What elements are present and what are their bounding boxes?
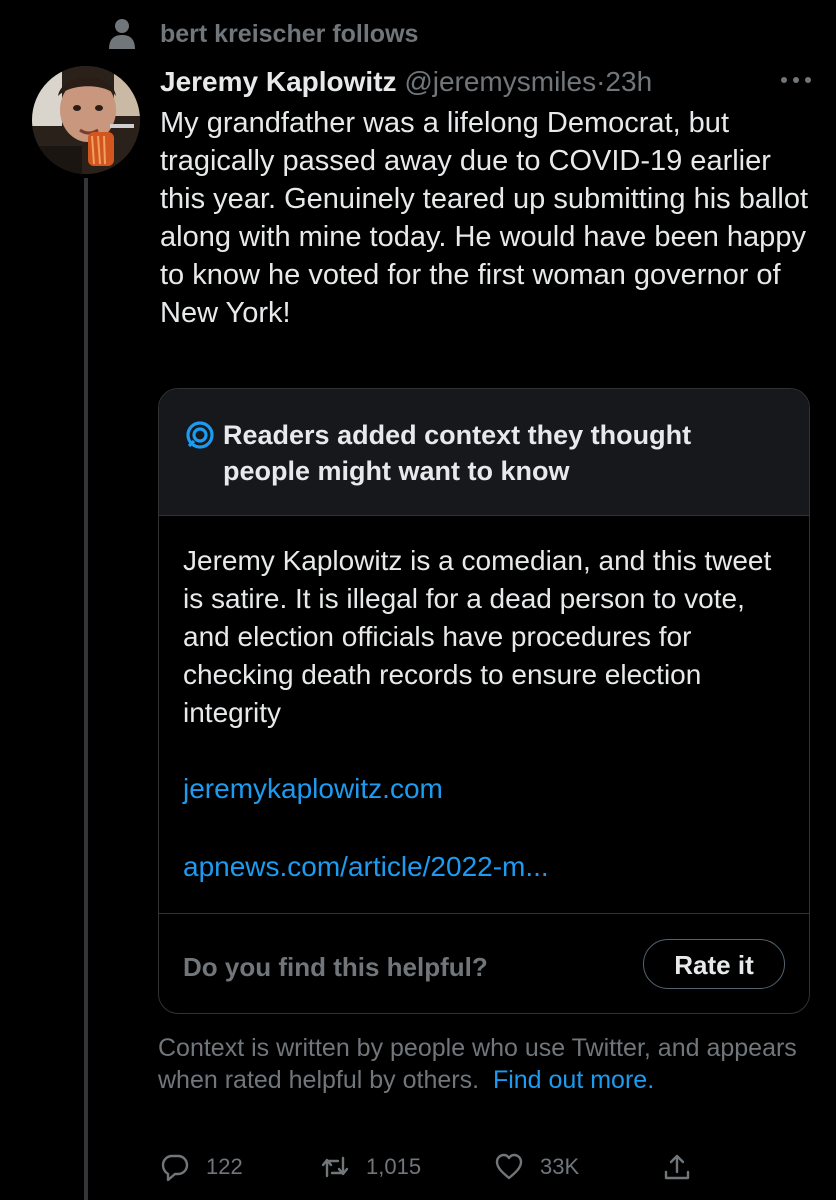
tweet-header: Jeremy Kaplowitz @jeremysmiles·23h <box>160 64 652 100</box>
note-body: Jeremy Kaplowitz is a comedian, and this… <box>183 545 772 728</box>
share-action[interactable] <box>662 1150 708 1184</box>
tweet-text: My grandfather was a lifelong Democrat, … <box>160 107 809 329</box>
retweet-count: 1,015 <box>366 1154 422 1179</box>
author-handle[interactable]: @jeremysmiles <box>404 66 596 97</box>
note-title: Readers added context they thought peopl… <box>223 420 692 486</box>
reply-count: 122 <box>206 1154 243 1179</box>
retweet-icon <box>321 1156 349 1178</box>
rate-it-button[interactable]: Rate it <box>643 939 785 989</box>
share-icon <box>664 1154 690 1180</box>
retweet-action[interactable]: 1,015 <box>320 1150 421 1184</box>
social-context[interactable]: bert kreischer follows <box>160 18 418 50</box>
note-header: Readers added context they thought peopl… <box>159 389 809 516</box>
avatar[interactable] <box>32 66 140 174</box>
more-options-icon[interactable] <box>776 64 816 94</box>
reply-icon <box>161 1154 189 1182</box>
thread-line <box>84 178 88 1200</box>
like-action[interactable]: 33K <box>494 1150 579 1184</box>
like-count: 33K <box>540 1154 580 1179</box>
birdwatch-icon <box>186 421 214 449</box>
note-link-jeremykaplowitz[interactable]: jeremykaplowitz.com <box>183 771 443 807</box>
helpful-prompt: Do you find this helpful? <box>183 952 488 982</box>
heart-icon <box>495 1153 523 1180</box>
avatar-image <box>32 66 140 174</box>
community-note-card: Readers added context they thought peopl… <box>158 388 810 1014</box>
person-icon <box>109 19 135 49</box>
timestamp[interactable]: 23h <box>605 66 652 97</box>
reply-action[interactable]: 122 <box>160 1150 243 1184</box>
note-divider <box>159 913 809 914</box>
note-disclaimer: Context is written by people who use Twi… <box>158 1032 808 1096</box>
find-out-more-link[interactable]: Find out more. <box>493 1066 654 1094</box>
author-name[interactable]: Jeremy Kaplowitz <box>160 66 397 97</box>
note-link-apnews[interactable]: apnews.com/article/2022-m... <box>183 849 549 885</box>
disclaimer-text: Context is written by people who use Twi… <box>158 1034 797 1094</box>
